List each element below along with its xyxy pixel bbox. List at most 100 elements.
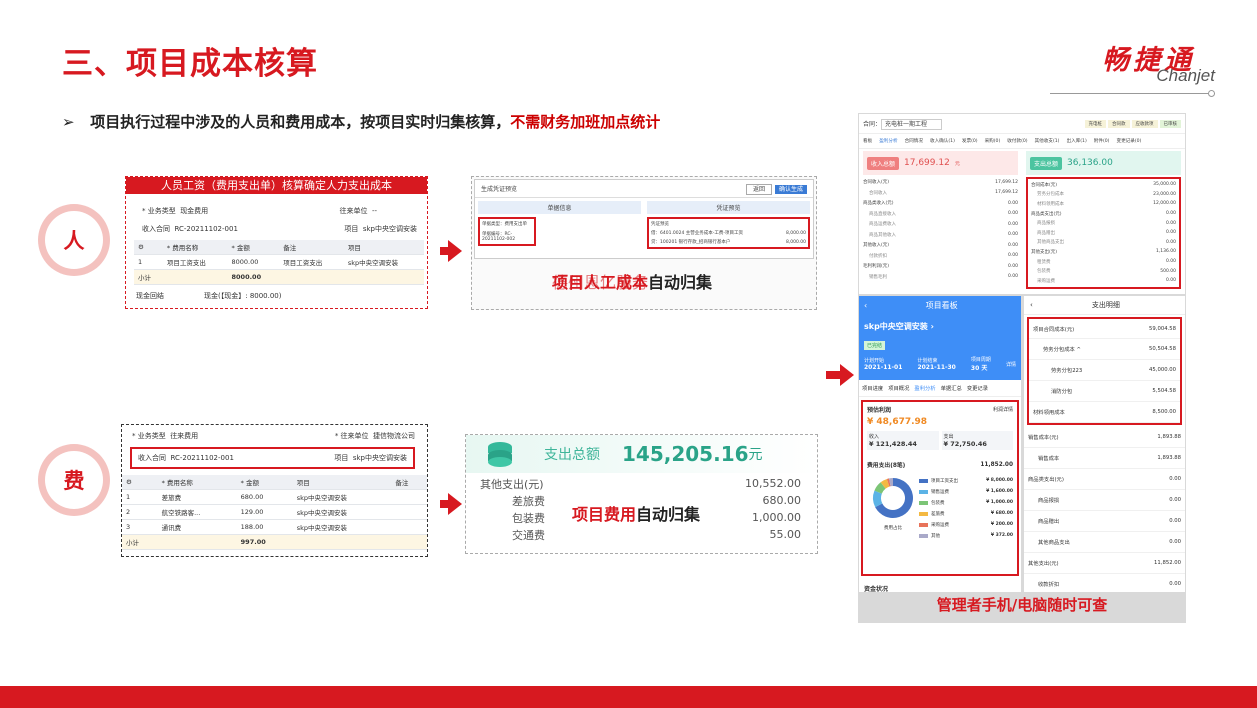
- settings-icon[interactable]: ⚙: [122, 475, 158, 490]
- tab-invoice[interactable]: 发票(0): [962, 138, 978, 144]
- people-circle-label: 人: [45, 211, 103, 269]
- profit-value: ¥ 48,677.98: [867, 417, 928, 427]
- cell: 项目工资支出: [162, 254, 228, 270]
- item-value: 23,000.00: [1153, 191, 1176, 197]
- table-row[interactable]: 2 航空铁路客... 129.00 skp中央空调安装: [122, 504, 427, 520]
- table-row[interactable]: 1 差旅费 680.00 skp中央空调安装: [122, 489, 427, 505]
- tab-overview[interactable]: 项目概况: [888, 384, 909, 392]
- tab-attachments[interactable]: 附件(0): [1094, 138, 1110, 144]
- list-item: 商品直接收入 0.00: [863, 209, 1018, 220]
- list-item[interactable]: 项目合同成本(元) 59,004.58: [1029, 319, 1180, 339]
- table-row[interactable]: 1 项目工资支出 8000.00 项目工资支出 skp中央空调安装: [134, 254, 424, 270]
- credit-amount: 8,000.00: [785, 239, 806, 245]
- biz-type-value[interactable]: 现金费用: [180, 207, 208, 215]
- list-item[interactable]: 劳务分包223 45,000.00: [1029, 360, 1180, 381]
- item-label: 销售成本(元): [1028, 435, 1059, 441]
- contract-value[interactable]: RC-20211102-001: [170, 454, 233, 462]
- item-value: 0.00: [1169, 476, 1181, 482]
- cell: 2: [122, 504, 158, 520]
- table-row[interactable]: 3 通讯费 188.00 skp中央空调安装: [122, 519, 427, 535]
- legend-item: 采购运费 ¥ 200.00: [919, 519, 1013, 530]
- arrow-icon: [826, 364, 854, 386]
- tab-profit[interactable]: 盈利分析: [914, 384, 935, 392]
- project-value[interactable]: skp中央空调安装: [363, 225, 417, 233]
- tab-payments[interactable]: 收付款(0): [1007, 138, 1027, 144]
- tab-contract[interactable]: 合同情况: [905, 138, 923, 144]
- item-value: 0.00: [1165, 211, 1176, 217]
- tag-button[interactable]: 充电桩: [1084, 119, 1106, 128]
- list-item: 包装费 500.00: [1031, 266, 1176, 276]
- confirm-button[interactable]: 确认生成: [774, 185, 807, 194]
- tab-dashboard[interactable]: 看板: [863, 138, 872, 144]
- cell: 1: [122, 489, 158, 505]
- partner-value[interactable]: 捷信物流公司: [373, 432, 415, 440]
- item-value: 35,000.00: [1153, 182, 1176, 188]
- fees-expense-form: * 业务类型 往来费用 * 往来单位 捷信物流公司 收入合同 RC-202111…: [121, 424, 428, 557]
- back-button[interactable]: 返回: [745, 184, 772, 195]
- total-label: 支出总额: [544, 447, 600, 463]
- tab-docs[interactable]: 单据汇总: [941, 384, 962, 392]
- income-label: 收入总额: [867, 156, 900, 170]
- biz-type-value[interactable]: 往来费用: [170, 432, 198, 440]
- expense-label: 支出: [943, 434, 954, 440]
- line-value: 1,000.00: [752, 511, 801, 524]
- expense-detail-list: 项目合同成本(元) 59,004.58 劳务分包成本 ^ 50,504.58 劳务分包2…: [1024, 317, 1185, 592]
- tag-button[interactable]: 合同款: [1108, 119, 1130, 128]
- project-value[interactable]: skp中央空调安装: [353, 454, 407, 462]
- coin-stack-icon: [488, 442, 512, 467]
- project-select[interactable]: 充电桩一期工程: [881, 119, 943, 130]
- legend-swatch: [919, 478, 928, 483]
- profit-detail-link[interactable]: 利润详情: [993, 406, 1013, 413]
- cell: 129.00: [236, 504, 293, 520]
- item-label: 付款折扣: [869, 253, 887, 259]
- mobile-project-name[interactable]: skp中央空调安装: [864, 322, 928, 331]
- list-item[interactable]: 材料领用成本 8,500.00: [1029, 402, 1180, 423]
- item-label: 其他支出(元): [1028, 561, 1059, 567]
- item-label: 材料领用成本: [1037, 201, 1064, 207]
- credit-line: 贷：100201 银行存款_招商银行基本户: [651, 240, 731, 245]
- caption-red: 项目费用: [572, 505, 637, 524]
- tab-changes[interactable]: 变更记录: [967, 384, 988, 392]
- subtotal-label: 小计: [122, 534, 158, 550]
- voucher-preview-screen: 生成凭证预览 返回 确认生成 单据信息 单据类型：费用支出单 单据编号：RC-20…: [474, 179, 814, 259]
- list-item[interactable]: 劳务分包成本 ^ 50,504.58: [1029, 339, 1180, 360]
- partner-value[interactable]: --: [372, 207, 377, 215]
- tab-other[interactable]: 其他收支(1): [1035, 138, 1060, 144]
- people-form-title: 人员工资（费用支出单）核算确定人力支出成本: [126, 177, 427, 194]
- tab-income[interactable]: 收入确认(1): [930, 138, 955, 144]
- tag-button[interactable]: 应收款项: [1131, 119, 1158, 128]
- tag-button[interactable]: 已审核: [1159, 119, 1181, 128]
- tab-stock[interactable]: 出入库(1): [1066, 138, 1086, 144]
- people-expense-form: 人员工资（费用支出单）核算确定人力支出成本 * 业务类型 现金费用 往来单位 -…: [125, 176, 428, 309]
- col-remark: 备注: [279, 240, 344, 255]
- item-value: 45,000.00: [1149, 367, 1176, 373]
- voucher-preview-title: 生成凭证预览: [481, 186, 518, 193]
- expense-legend: 项目工资支出 ¥ 8,000.00 销售运费 ¥ 1,600.00 包装费 ¥ 1,000…: [919, 475, 1013, 541]
- list-item[interactable]: 销售成本(元) 1,893.88: [1024, 427, 1185, 448]
- item-label: 商品运费收入: [869, 222, 896, 228]
- tab-profit[interactable]: 盈利分析: [879, 138, 897, 144]
- item-label: 合同成本(元): [1031, 182, 1058, 188]
- list-item[interactable]: 其他商品支出 0.00: [1024, 532, 1185, 553]
- list-item[interactable]: 其他支出(元) 11,852.00: [1024, 553, 1185, 574]
- project-label: 合同：: [863, 121, 882, 128]
- mobile-project-dashboard: ‹ 项目看板 skp中央空调安装 › 已完结 计划开始 2021-11-01 计划结…: [859, 296, 1021, 592]
- back-icon[interactable]: ‹: [1030, 301, 1033, 309]
- tab-changes[interactable]: 变更记录(0): [1116, 138, 1141, 144]
- list-item[interactable]: 商品赠出 0.00: [1024, 511, 1185, 532]
- settings-icon[interactable]: ⚙: [134, 240, 163, 255]
- back-icon[interactable]: ‹: [864, 301, 867, 310]
- contract-label: 收入合同: [142, 225, 170, 233]
- list-item[interactable]: 商品报损 0.00: [1024, 490, 1185, 511]
- list-item[interactable]: 商品类支出(元) 0.00: [1024, 469, 1185, 490]
- list-item[interactable]: 收款折扣 0.00: [1024, 574, 1185, 592]
- legend-item: 项目工资支出 ¥ 8,000.00: [919, 475, 1013, 486]
- tab-purchase[interactable]: 采购(0): [985, 138, 1001, 144]
- contract-value[interactable]: RC-20211102-001: [174, 225, 237, 233]
- expense-total-panel: 支出总额 145,205.16 元 其他支出(元) 10,552.00 差旅费 68…: [465, 434, 818, 554]
- list-item[interactable]: 消防分包 5,504.58: [1029, 381, 1180, 402]
- detail-link[interactable]: 详情: [1006, 361, 1016, 368]
- tab-progress[interactable]: 项目进度: [862, 384, 883, 392]
- list-item[interactable]: 销售成本 1,893.88: [1024, 448, 1185, 469]
- income-value: ¥ 121,428.44: [869, 440, 917, 448]
